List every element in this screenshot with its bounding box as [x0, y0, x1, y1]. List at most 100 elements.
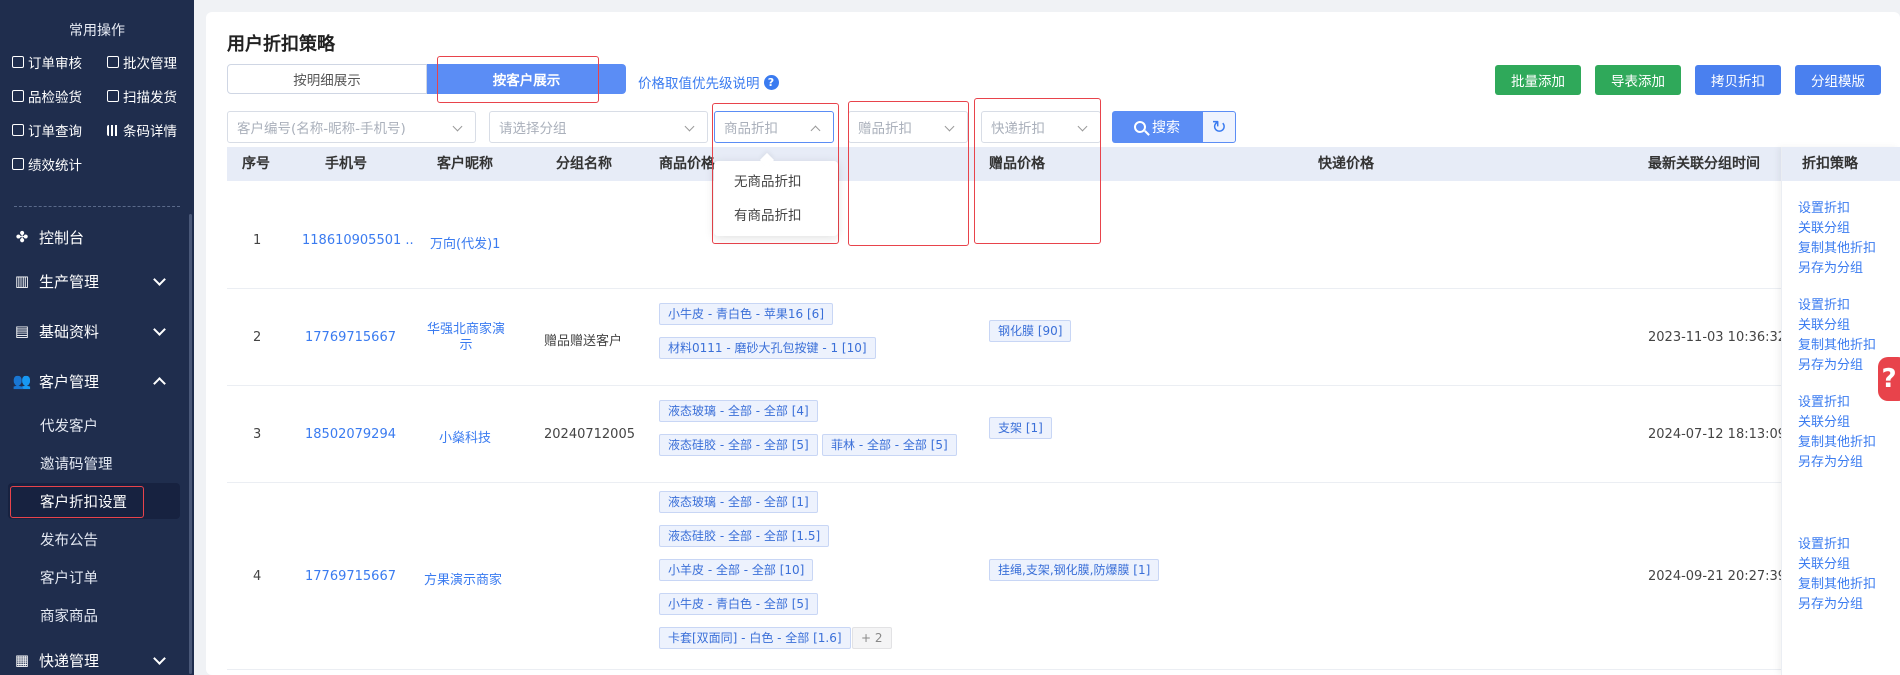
chevron-down-icon	[153, 323, 166, 336]
dashboard-icon: ✤	[15, 228, 29, 246]
save-as-group-link[interactable]: 另存为分组	[1798, 595, 1863, 615]
sub-customer-discount[interactable]: 客户折扣设置	[8, 483, 180, 519]
goods-tag[interactable]: 菲林 - 全部 - 全部 [5]	[822, 434, 957, 456]
row-phone[interactable]: 18502079294	[305, 427, 396, 442]
import-add-button[interactable]: 导表添加	[1595, 65, 1681, 95]
quick-barcode-detail[interactable]: 条码详情	[107, 120, 177, 140]
row-nickname[interactable]: 方果演示商家	[424, 569, 502, 588]
barcode-icon	[107, 124, 119, 136]
th-no: 序号	[242, 156, 270, 172]
nav-express[interactable]: ▦ 快递管理	[0, 640, 188, 675]
table-row: 4 17769715667 方果演示商家 液态玻璃 - 全部 - 全部 [1] …	[227, 484, 1900, 670]
users-icon: 👥	[12, 372, 32, 390]
copy-other-discount-link[interactable]: 复制其他折扣	[1798, 336, 1876, 356]
copy-other-discount-link[interactable]: 复制其他折扣	[1798, 239, 1876, 259]
sidebar-scrollbar[interactable]	[189, 214, 192, 674]
goods-tag[interactable]: 卡套[双面同] - 白色 - 全部 [1.6]	[659, 627, 851, 649]
row-nickname[interactable]: 万向(代发)1	[430, 233, 500, 252]
quick-order-review[interactable]: 订单审核	[12, 52, 82, 72]
set-discount-link[interactable]: 设置折扣	[1798, 535, 1850, 555]
gift-tag[interactable]: 钢化膜 [90]	[989, 320, 1072, 342]
sub-invite-code[interactable]: 邀请码管理	[0, 445, 188, 481]
nav-basic-data[interactable]: ▤ 基础资料	[0, 311, 188, 351]
th-goods-price: 商品价格	[659, 156, 715, 172]
search-icon	[1134, 121, 1146, 133]
quick-order-query[interactable]: 订单查询	[12, 120, 82, 140]
save-as-group-link[interactable]: 另存为分组	[1798, 259, 1863, 279]
table-row: 1 118610905501 .. 万向(代发)1	[227, 193, 1900, 289]
th-express-price: 快递价格	[1318, 156, 1374, 172]
help-button[interactable]: ?	[1878, 357, 1900, 401]
chevron-down-icon	[153, 273, 166, 286]
link-group-link[interactable]: 关联分组	[1798, 555, 1850, 575]
table-row: 3 18502079294 小燊科技 20240712005 液态玻璃 - 全部…	[227, 387, 1900, 483]
link-group-link[interactable]: 关联分组	[1798, 219, 1850, 239]
customer-select[interactable]: 客户编号(名称-昵称-手机号)	[227, 111, 476, 143]
sub-customer-orders[interactable]: 客户订单	[0, 559, 188, 595]
row-phone[interactable]: 17769715667	[305, 569, 396, 584]
express-discount-select[interactable]: 快递折扣	[981, 111, 1101, 143]
option-no-goods-discount[interactable]: 无商品折扣	[714, 167, 838, 197]
gift-discount-select[interactable]: 赠品折扣	[848, 111, 968, 143]
refresh-button[interactable]: ↻	[1202, 111, 1236, 143]
books-icon: ▥	[14, 272, 30, 290]
quick-quality-check[interactable]: 品检验货	[12, 86, 82, 106]
table-header: 序号 手机号 客户昵称 分组名称 商品价格 赠品价格 快递价格 最新关联分组时间	[227, 147, 1900, 181]
copy-discount-button[interactable]: 拷贝折扣	[1695, 65, 1781, 95]
goods-tag[interactable]: 液态玻璃 - 全部 - 全部 [1]	[659, 491, 818, 513]
goods-tag[interactable]: 材料0111 - 磨砂大孔包按键 - 1 [10]	[659, 337, 876, 359]
link-group-link[interactable]: 关联分组	[1798, 413, 1850, 433]
sub-merchant-goods[interactable]: 商家商品	[0, 597, 188, 633]
set-discount-link[interactable]: 设置折扣	[1798, 393, 1850, 413]
price-priority-link[interactable]: 价格取值优先级说明?	[638, 72, 779, 92]
nav-dashboard[interactable]: ✤ 控制台	[0, 217, 188, 257]
quick-performance[interactable]: 绩效统计	[12, 154, 82, 174]
set-discount-link[interactable]: 设置折扣	[1798, 296, 1850, 316]
more-tags-badge[interactable]: + 2	[852, 627, 892, 649]
chart-icon	[12, 158, 24, 170]
refresh-icon: ↻	[1211, 116, 1227, 138]
copy-other-discount-link[interactable]: 复制其他折扣	[1798, 575, 1876, 595]
row-nickname[interactable]: 华强北商家演示	[423, 322, 509, 354]
goods-tag[interactable]: 小牛皮 - 青白色 - 全部 [5]	[659, 593, 818, 615]
chevron-down-icon	[1077, 121, 1088, 132]
page-title: 用户折扣策略	[227, 34, 335, 55]
gift-tag[interactable]: 支架 [1]	[989, 417, 1052, 439]
option-has-goods-discount[interactable]: 有商品折扣	[714, 201, 838, 231]
row-no: 1	[253, 233, 262, 248]
nav-production[interactable]: ▥ 生产管理	[0, 261, 188, 301]
goods-discount-select[interactable]: 商品折扣	[714, 111, 834, 143]
checkbox-icon	[12, 56, 24, 68]
batch-add-button[interactable]: 批量添加	[1495, 65, 1581, 95]
row-no: 3	[253, 427, 262, 442]
sub-announcement[interactable]: 发布公告	[0, 521, 188, 557]
save-as-group-link[interactable]: 另存为分组	[1798, 356, 1863, 376]
row-time: 2023-11-03 10:36:32	[1648, 330, 1787, 345]
row-nickname[interactable]: 小燊科技	[439, 427, 491, 446]
goods-tag[interactable]: 小牛皮 - 青白色 - 苹果16 [6]	[659, 303, 834, 325]
row-phone[interactable]: 17769715667	[305, 330, 396, 345]
quick-scan-ship[interactable]: 扫描发货	[107, 86, 177, 106]
query-icon	[12, 124, 24, 136]
tab-view-customer[interactable]: 按客户展示	[427, 64, 626, 94]
goods-discount-dropdown: 无商品折扣 有商品折扣	[714, 161, 838, 236]
goods-tag[interactable]: 液态硅胶 - 全部 - 全部 [1.5]	[659, 525, 830, 547]
gift-tag[interactable]: 挂绳,支架,钢化膜,防爆膜 [1]	[989, 559, 1160, 581]
copy-other-discount-link[interactable]: 复制其他折扣	[1798, 433, 1876, 453]
goods-tag[interactable]: 液态玻璃 - 全部 - 全部 [4]	[659, 400, 818, 422]
tab-view-detail[interactable]: 按明细展示	[227, 64, 427, 94]
group-template-button[interactable]: 分组模版	[1795, 65, 1881, 95]
save-as-group-link[interactable]: 另存为分组	[1798, 453, 1863, 473]
sub-dropship-customer[interactable]: 代发客户	[0, 407, 188, 443]
link-group-link[interactable]: 关联分组	[1798, 316, 1850, 336]
th-phone: 手机号	[325, 156, 367, 172]
search-button[interactable]: 搜索	[1112, 111, 1202, 143]
goods-tag[interactable]: 小羊皮 - 全部 - 全部 [10]	[659, 559, 814, 581]
goods-tag[interactable]: 液态硅胶 - 全部 - 全部 [5]	[659, 434, 818, 456]
row-phone[interactable]: 118610905501 ..	[302, 233, 414, 248]
nav-customer[interactable]: 👥 客户管理	[0, 361, 188, 401]
th-discount-strategy: 折扣策略	[1782, 147, 1900, 181]
set-discount-link[interactable]: 设置折扣	[1798, 199, 1850, 219]
group-select[interactable]: 请选择分组	[489, 111, 708, 143]
quick-batch-manage[interactable]: 批次管理	[107, 52, 177, 72]
